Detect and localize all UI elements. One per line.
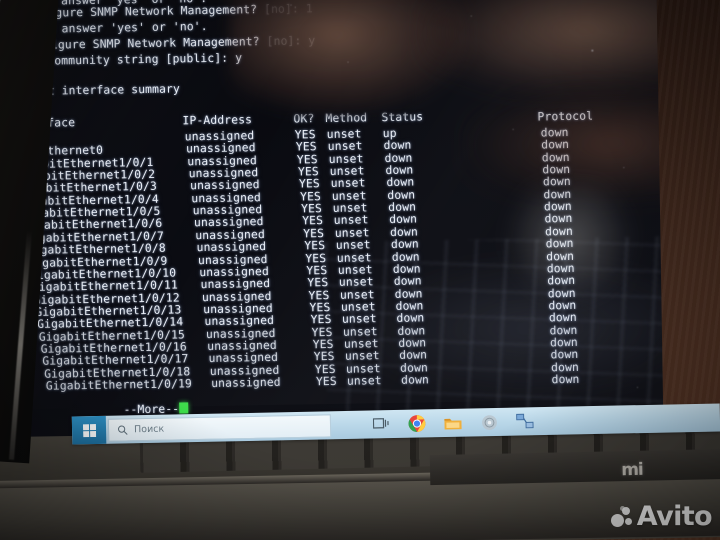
cell-status: down bbox=[389, 211, 418, 227]
cell-ok: YES bbox=[305, 250, 327, 265]
taskbar-empty-area[interactable] bbox=[535, 417, 720, 421]
search-icon bbox=[117, 424, 128, 435]
dust-speck bbox=[192, 114, 194, 116]
cell-ok: YES bbox=[313, 349, 335, 364]
laptop-screen: % Please answer 'yes' or 'no'. Configure… bbox=[0, 0, 664, 438]
laptop-bottom-bezel bbox=[429, 448, 720, 486]
chrome-button[interactable] bbox=[407, 413, 427, 433]
cell-protocol: down bbox=[544, 211, 573, 226]
dust-speck bbox=[636, 386, 638, 388]
dust-speck bbox=[623, 167, 625, 169]
cell-status: down bbox=[393, 273, 422, 289]
col-header-protocol: Protocol bbox=[537, 108, 594, 124]
cell-interface: GigabitEthernet1/0/19 bbox=[45, 376, 193, 393]
network-icon bbox=[516, 413, 534, 429]
cell-status: down bbox=[396, 310, 425, 326]
cell-ok: YES bbox=[310, 312, 332, 327]
network-tool-button[interactable] bbox=[515, 411, 535, 431]
cell-method: unset bbox=[346, 373, 382, 388]
col-header-ip-address: IP-Address bbox=[182, 112, 253, 128]
avito-logo-icon bbox=[610, 505, 633, 528]
cell-method: unset bbox=[327, 138, 363, 154]
terminal-output: % Please answer 'yes' or 'no'. Configure… bbox=[0, 0, 664, 418]
dust-speck bbox=[52, 146, 54, 148]
dust-speck bbox=[470, 15, 473, 17]
reflection-arm bbox=[420, 0, 664, 99]
taskbar-icon-group bbox=[371, 411, 535, 434]
cell-status: down bbox=[383, 137, 412, 153]
cell-ok: YES bbox=[315, 373, 337, 389]
dust-speck bbox=[512, 128, 514, 131]
cell-protocol: down bbox=[550, 347, 579, 362]
avito-watermark: Avito bbox=[610, 501, 713, 532]
cell-method: unset bbox=[344, 348, 380, 364]
mi-logo: mi bbox=[621, 459, 643, 481]
cell-method: unset bbox=[335, 237, 371, 252]
cell-ok: YES bbox=[295, 139, 317, 154]
cell-protocol: down bbox=[541, 137, 570, 152]
task-view-icon bbox=[372, 418, 389, 429]
cell-ok: YES bbox=[298, 176, 320, 191]
file-explorer-button[interactable] bbox=[443, 413, 463, 433]
folder-icon bbox=[444, 418, 462, 430]
cell-ok: YES bbox=[302, 213, 324, 228]
avito-wordmark: Avito bbox=[636, 501, 713, 532]
task-view-button[interactable] bbox=[371, 414, 391, 434]
cell-ok: YES bbox=[307, 275, 329, 290]
dust-speck bbox=[166, 374, 168, 376]
dust-speck bbox=[551, 306, 553, 308]
photo-scene: mi % Please answer 'yes' or 'no'. Config… bbox=[0, 0, 720, 540]
dust-speck bbox=[591, 49, 593, 52]
disc-utility-button[interactable] bbox=[479, 412, 499, 432]
dust-speck bbox=[347, 61, 349, 63]
cell-status: down bbox=[399, 347, 428, 363]
disc-icon bbox=[481, 414, 497, 430]
start-button[interactable] bbox=[71, 415, 107, 445]
search-input[interactable]: Поиск bbox=[107, 413, 332, 442]
reflection-hand bbox=[228, 0, 471, 116]
cell-protocol: down bbox=[548, 310, 577, 325]
col-header-ok: OK? bbox=[293, 111, 315, 126]
search-placeholder: Поиск bbox=[133, 423, 165, 435]
cell-ip-address: unassigned bbox=[211, 374, 281, 390]
windows-icon bbox=[82, 423, 96, 437]
cell-method: unset bbox=[338, 274, 374, 289]
cell-status: down bbox=[400, 372, 430, 387]
dust-speck bbox=[83, 296, 85, 298]
cell-method: unset bbox=[341, 311, 377, 327]
cell-protocol: down bbox=[547, 273, 576, 288]
dust-speck bbox=[404, 226, 406, 228]
cell-protocol: down bbox=[542, 174, 571, 189]
chrome-icon bbox=[408, 415, 426, 432]
reflection-dark-shadow bbox=[260, 0, 413, 118]
cell-status: down bbox=[386, 174, 415, 190]
cell-protocol: down bbox=[551, 371, 580, 387]
col-header-method: Method bbox=[325, 110, 368, 126]
cell-ok: YES bbox=[304, 238, 326, 253]
cell-ok: YES bbox=[308, 287, 330, 302]
terminal-cursor bbox=[179, 402, 189, 414]
cell-status: down bbox=[390, 236, 419, 252]
cell-protocol: down bbox=[545, 236, 574, 251]
col-header-status: Status bbox=[381, 109, 424, 125]
